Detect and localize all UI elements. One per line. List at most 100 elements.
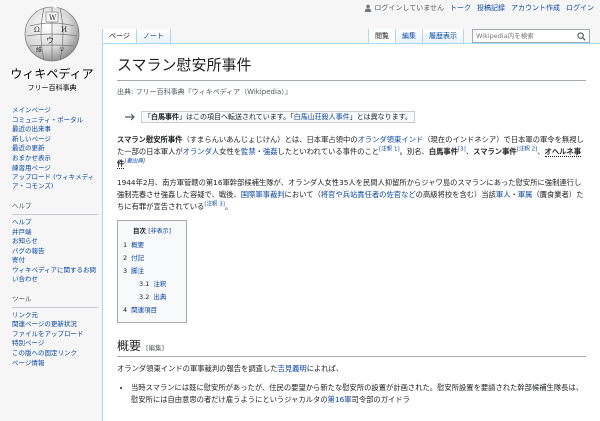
link-generals[interactable]: 将官や兵站責任者の佐官など	[321, 190, 416, 199]
logo-wordmark: ウィキペディア	[10, 67, 94, 81]
toc-label: 注釈	[153, 280, 167, 288]
not-logged-in-label: ログインしていません	[374, 4, 444, 12]
sidebar-item-related-changes[interactable]: 関連ページの更新状況	[12, 320, 77, 328]
hatnote-prefix: 「	[144, 113, 151, 121]
sidebar-item-special-pages[interactable]: 特別ページ	[12, 339, 44, 347]
link-civilian-staff[interactable]: 軍属	[518, 190, 533, 199]
sidebar-item-upload-commons[interactable]: アップロード (ウィキメディア・コモンズ)	[12, 173, 94, 190]
sidebar-item-what-links-here[interactable]: リンク元	[12, 311, 38, 319]
tab-read[interactable]: 閲覧	[368, 29, 396, 43]
list-item: 当時スマランには既に慰安所があったが、住民の要望から新たな慰安所の設置が計画され…	[131, 382, 586, 406]
sidebar-item-donate[interactable]: 寄付	[12, 256, 25, 264]
link-confinement[interactable]: 監禁	[241, 147, 256, 156]
text-run: 女性を	[219, 147, 242, 156]
sidebar-item-random[interactable]: おまかせ表示	[12, 154, 51, 162]
sidebar-item-notices[interactable]: お知らせ	[12, 237, 38, 245]
puzzle-globe-icon: W Ω И ウ 維 ש	[24, 4, 80, 62]
search-input[interactable]	[476, 32, 576, 40]
sidebar-item-sandbox[interactable]: 練習用ページ	[12, 164, 51, 172]
view-tabs: 閲覧 編集 履歴表示	[368, 29, 590, 43]
svg-text:W: W	[49, 14, 57, 22]
hatnote: 「白馬事件」はこの項目へ転送されています。「白馬山荘殺人事件」とは異なります。	[125, 111, 586, 123]
contributions-link[interactable]: 投稿記録	[477, 3, 505, 13]
table-of-contents: 目次 [非表示] 1 概要 2 付記 3 脚注 3.1 注釈 3.2 出典 4 関連項目	[117, 220, 187, 323]
search-icon[interactable]	[577, 32, 586, 41]
sidebar-item-contact[interactable]: ウィキペディアに関するお問い合わせ	[12, 266, 96, 283]
hatnote-link[interactable]: 白馬山荘殺人事件	[294, 113, 350, 121]
link-military-tribunal[interactable]: 国際軍事裁判	[241, 190, 285, 199]
sidebar-item-help[interactable]: ヘルプ	[12, 218, 32, 226]
user-icon	[365, 4, 372, 12]
sidebar-item-page-info[interactable]: ページ情報	[12, 359, 44, 367]
link-soldier[interactable]: 軍人	[496, 190, 511, 199]
create-account-link[interactable]: アカウント作成	[511, 3, 560, 13]
toc-item[interactable]: 2 付記	[123, 252, 181, 265]
sidebar-item-new-pages[interactable]: 新しいページ	[12, 135, 51, 143]
section-title: 概要	[117, 339, 142, 353]
redirect-arrow-icon	[125, 113, 135, 121]
toc-item[interactable]: 3.2 出典	[123, 291, 181, 304]
footnote-note3[interactable]: [注釈 3]	[204, 202, 225, 208]
link-16th-army[interactable]: 第16軍	[328, 395, 352, 404]
footnote-3[interactable]: [3]	[458, 147, 466, 153]
overview-list: 当時スマランには既に慰安所があったが、住民の要望から新たな慰安所の設置が計画され…	[131, 382, 586, 406]
sidebar-item-community-portal[interactable]: コミュニティ・ポータル	[12, 116, 83, 124]
tab-talk[interactable]: ノート	[136, 29, 171, 43]
toc-item[interactable]: 1 概要	[123, 239, 181, 252]
text-run: の高級将校を含む）当該	[415, 190, 496, 199]
text-run: において（	[284, 190, 321, 199]
alias-hakuba: 白馬事件	[428, 147, 459, 156]
sidebar-tools-title: ツール	[12, 295, 32, 304]
text-run: ・	[255, 147, 263, 156]
toc-label: 関連項目	[131, 306, 158, 314]
toc-label: 概要	[131, 241, 145, 249]
toc-title: 目次 [非表示]	[123, 225, 181, 238]
toc-title-text: 目次	[133, 227, 147, 235]
text-run: 。別名、	[399, 147, 429, 156]
talk-link[interactable]: トーク	[450, 3, 471, 13]
text-run: したといわれている事件のこと	[277, 147, 380, 156]
content-area: スマラン慰安所事件 出典: フリー百科事典『ウィキペディア（Wikipedia）…	[102, 43, 600, 421]
toc-num: 2	[123, 254, 128, 262]
personal-tools: ログインしていません トーク 投稿記録 アカウント作成 ログイン	[364, 3, 594, 13]
toc-num: 1	[123, 241, 128, 249]
sidebar-item-permanent-link[interactable]: この版への固定リンク	[12, 349, 77, 357]
sidebar: メインページ コミュニティ・ポータル 最近の出来事 新しいページ 最近の更新 お…	[0, 106, 98, 379]
svg-text:維: 維	[36, 46, 42, 54]
toc-item[interactable]: 3 脚注	[123, 265, 181, 278]
section-edit-link[interactable]: [編集]	[146, 342, 164, 352]
footnote-note1[interactable]: [注釈 1]	[379, 147, 400, 153]
intro-paragraph: スマラン慰安所事件（すまらんいあんじょじけん）とは、日本軍占領中のオランダ領東イ…	[117, 134, 586, 170]
sidebar-item-bug-report[interactable]: バグの報告	[12, 247, 45, 255]
link-rape[interactable]: 強姦	[263, 147, 278, 156]
wikipedia-logo[interactable]: W Ω И ウ 維 ש ウィキペディア フリー百科事典	[6, 4, 98, 96]
sidebar-item-village-pump[interactable]: 井戸端	[12, 228, 32, 236]
hatnote-text: 「白馬事件」はこの項目へ転送されています。「白馬山荘殺人事件」とは異なります。	[141, 111, 415, 123]
link-yoshimi[interactable]: 吉見義明	[278, 364, 307, 373]
toc-item[interactable]: 4 関連項目	[123, 304, 181, 317]
tab-edit[interactable]: 編集	[396, 29, 423, 43]
toc-num: 4	[123, 306, 128, 314]
sidebar-item-main-page[interactable]: メインページ	[12, 106, 51, 114]
link-dutch-east-indies[interactable]: オランダ領東インド	[358, 135, 424, 144]
sidebar-item-upload-file[interactable]: ファイルをアップロード	[12, 330, 84, 338]
sidebar-item-current-events[interactable]: 最近の出来事	[12, 125, 51, 133]
text-run: 、	[537, 147, 545, 156]
second-paragraph: 1944年2月、南方軍管轄の第16軍幹部候補生隊が、オランダ人女性35人を民間人…	[117, 177, 586, 213]
toc-toggle[interactable]: [非表示]	[148, 228, 171, 235]
sidebar-tools: ツール リンク元 関連ページの更新状況 ファイルをアップロード 特別ページ この…	[12, 295, 98, 367]
toc-item[interactable]: 3.1 注釈	[123, 278, 181, 291]
tab-page[interactable]: ページ	[102, 29, 137, 43]
text-run: 。	[224, 202, 233, 211]
search-box	[472, 29, 590, 43]
citation-needed[interactable]: [要出典]	[124, 159, 145, 165]
hatnote-suffix: 」とは異なります。	[349, 113, 412, 121]
login-link[interactable]: ログイン	[566, 3, 594, 13]
link-dutch[interactable]: オランダ人	[183, 147, 219, 156]
footnote-note2[interactable]: [注釈 2]	[517, 147, 538, 153]
toc-label: 付記	[131, 254, 145, 262]
tab-history[interactable]: 履歴表示	[423, 29, 464, 43]
toc-label: 出典	[153, 293, 167, 301]
not-logged-in: ログインしていません	[364, 3, 444, 13]
sidebar-item-recent-changes[interactable]: 最近の更新	[12, 144, 45, 152]
